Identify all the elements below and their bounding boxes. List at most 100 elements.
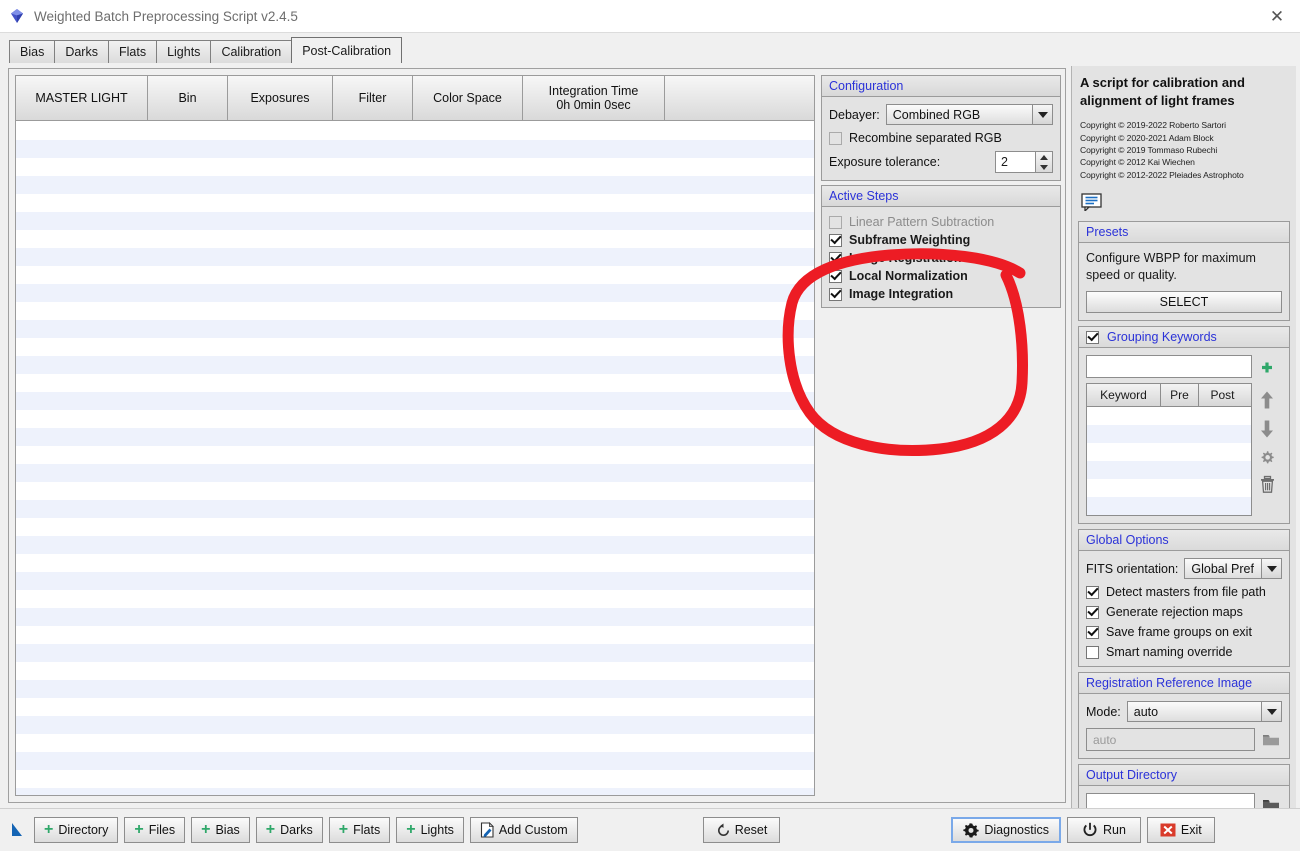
trash-icon[interactable] bbox=[1256, 471, 1278, 497]
save-frame-groups-checkbox[interactable] bbox=[1086, 625, 1099, 639]
keywords-table-row[interactable] bbox=[1087, 497, 1251, 516]
column-header-filter[interactable]: Filter bbox=[333, 76, 413, 120]
master-light-table[interactable]: MASTER LIGHT Bin Exposures Filter Color … bbox=[15, 75, 815, 796]
step-subframe-weighting[interactable]: Subframe Weighting bbox=[829, 233, 1053, 247]
table-row[interactable] bbox=[16, 500, 814, 518]
table-row[interactable] bbox=[16, 590, 814, 608]
step-checkbox-subframe-weighting[interactable] bbox=[829, 233, 842, 247]
table-row[interactable] bbox=[16, 734, 814, 752]
option-generate-rejection-maps[interactable]: Generate rejection maps bbox=[1086, 605, 1282, 619]
table-row[interactable] bbox=[16, 392, 814, 410]
speech-bubble-icon[interactable] bbox=[1081, 193, 1103, 213]
grouping-keywords-title[interactable]: Grouping Keywords bbox=[1079, 327, 1289, 349]
table-row[interactable] bbox=[16, 752, 814, 770]
table-row[interactable] bbox=[16, 788, 814, 795]
add-bias-button[interactable]: + Bias bbox=[191, 817, 250, 843]
arrow-down-icon[interactable] bbox=[1256, 415, 1278, 443]
table-row[interactable] bbox=[16, 284, 814, 302]
debayer-select[interactable]: Combined RGB bbox=[885, 104, 1053, 125]
reference-mode-select[interactable]: auto bbox=[1126, 701, 1282, 723]
table-row[interactable] bbox=[16, 464, 814, 482]
table-row[interactable] bbox=[16, 554, 814, 572]
step-checkbox-image-registration[interactable] bbox=[829, 251, 842, 265]
tab-lights[interactable]: Lights bbox=[156, 40, 212, 63]
step-checkbox-linear-pattern-subtraction[interactable] bbox=[829, 215, 842, 229]
column-header-master-light[interactable]: MASTER LIGHT bbox=[16, 76, 148, 120]
table-row[interactable] bbox=[16, 212, 814, 230]
add-files-button[interactable]: + Files bbox=[124, 817, 186, 843]
table-row[interactable] bbox=[16, 140, 814, 158]
table-row[interactable] bbox=[16, 338, 814, 356]
tab-bias[interactable]: Bias bbox=[9, 40, 56, 63]
table-row[interactable] bbox=[16, 176, 814, 194]
option-detect-masters[interactable]: Detect masters from file path bbox=[1086, 585, 1282, 599]
add-flats-button[interactable]: + Flats bbox=[328, 817, 391, 843]
add-directory-button[interactable]: + Directory bbox=[34, 817, 119, 843]
tab-darks[interactable]: Darks bbox=[54, 40, 109, 63]
table-row[interactable] bbox=[16, 698, 814, 716]
keywords-table-row[interactable] bbox=[1087, 479, 1251, 497]
keywords-col-pre[interactable]: Pre bbox=[1161, 384, 1199, 407]
table-row[interactable] bbox=[16, 356, 814, 374]
tab-post-calibration[interactable]: Post-Calibration bbox=[291, 37, 403, 63]
keywords-table-row[interactable] bbox=[1087, 425, 1251, 444]
step-linear-pattern-subtraction[interactable]: Linear Pattern Subtraction bbox=[829, 215, 1053, 229]
gear-icon[interactable] bbox=[1256, 443, 1278, 471]
grouping-keywords-checkbox[interactable] bbox=[1086, 330, 1099, 344]
presets-select-button[interactable]: SELECT bbox=[1086, 291, 1282, 314]
table-row[interactable] bbox=[16, 248, 814, 266]
table-row[interactable] bbox=[16, 518, 814, 536]
table-row[interactable] bbox=[16, 572, 814, 590]
smart-naming-override-checkbox[interactable] bbox=[1086, 645, 1099, 659]
keywords-col-post[interactable]: Post bbox=[1199, 384, 1246, 406]
close-icon[interactable]: ✕ bbox=[1254, 0, 1300, 32]
column-header-bin[interactable]: Bin bbox=[148, 76, 228, 120]
table-row[interactable] bbox=[16, 680, 814, 698]
table-row[interactable] bbox=[16, 662, 814, 680]
table-row[interactable] bbox=[16, 122, 814, 140]
option-save-frame-groups[interactable]: Save frame groups on exit bbox=[1086, 625, 1282, 639]
diagnostics-button[interactable]: Diagnostics bbox=[951, 817, 1061, 843]
folder-icon[interactable] bbox=[1260, 733, 1282, 747]
add-lights-button[interactable]: + Lights bbox=[396, 817, 464, 843]
chevron-down-icon[interactable] bbox=[1261, 559, 1281, 579]
tab-calibration[interactable]: Calibration bbox=[210, 40, 293, 63]
chevron-down-icon[interactable] bbox=[1261, 702, 1281, 722]
tab-flats[interactable]: Flats bbox=[107, 40, 158, 63]
run-button[interactable]: Run bbox=[1066, 817, 1141, 843]
step-checkbox-local-normalization[interactable] bbox=[829, 269, 842, 283]
keywords-table-row[interactable] bbox=[1087, 443, 1251, 461]
table-row[interactable] bbox=[16, 608, 814, 626]
keywords-col-keyword[interactable]: Keyword bbox=[1087, 384, 1161, 407]
reset-button[interactable]: Reset bbox=[702, 817, 781, 843]
table-row[interactable] bbox=[16, 158, 814, 176]
table-row[interactable] bbox=[16, 446, 814, 464]
keywords-table-row[interactable] bbox=[1087, 407, 1251, 425]
table-row[interactable] bbox=[16, 536, 814, 554]
add-custom-button[interactable]: Add Custom bbox=[469, 817, 578, 843]
table-row[interactable] bbox=[16, 230, 814, 248]
recombine-row[interactable]: Recombine separated RGB bbox=[829, 131, 1053, 145]
table-row[interactable] bbox=[16, 626, 814, 644]
column-header-exposures[interactable]: Exposures bbox=[228, 76, 333, 120]
exposure-tolerance-stepper[interactable]: 2 bbox=[995, 151, 1053, 173]
table-row[interactable] bbox=[16, 374, 814, 392]
table-body[interactable] bbox=[16, 122, 814, 795]
table-row[interactable] bbox=[16, 302, 814, 320]
keywords-table[interactable]: Keyword Pre Post bbox=[1086, 383, 1252, 517]
plus-icon[interactable] bbox=[1256, 357, 1278, 381]
table-row[interactable] bbox=[16, 644, 814, 662]
step-image-integration[interactable]: Image Integration bbox=[829, 287, 1053, 301]
table-row[interactable] bbox=[16, 320, 814, 338]
table-row[interactable] bbox=[16, 266, 814, 284]
column-header-integration-time[interactable]: Integration Time 0h 0min 0sec bbox=[523, 76, 665, 120]
table-row[interactable] bbox=[16, 716, 814, 734]
table-row[interactable] bbox=[16, 482, 814, 500]
step-image-registration[interactable]: Image Registration bbox=[829, 251, 1053, 265]
keyword-input[interactable] bbox=[1086, 355, 1252, 379]
generate-rejection-maps-checkbox[interactable] bbox=[1086, 605, 1099, 619]
reference-path-input[interactable]: auto bbox=[1086, 728, 1255, 752]
exit-button[interactable]: Exit bbox=[1146, 817, 1215, 843]
stepper-buttons[interactable] bbox=[1035, 152, 1052, 172]
add-darks-button[interactable]: + Darks bbox=[255, 817, 323, 843]
